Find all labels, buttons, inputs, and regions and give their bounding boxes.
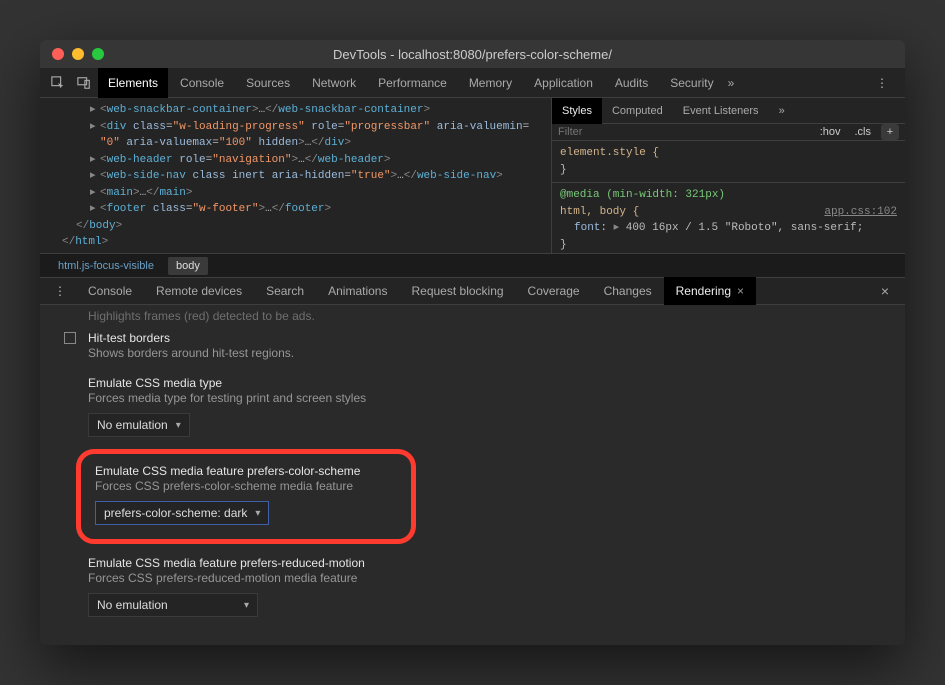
hit-test-borders-checkbox[interactable] xyxy=(64,332,76,344)
emulate-media-type-value: No emulation xyxy=(97,418,168,432)
chevron-down-icon: ▾ xyxy=(176,420,181,431)
settings-kebab-icon[interactable]: ⋮ xyxy=(866,76,899,90)
inspect-element-icon[interactable] xyxy=(46,71,70,95)
close-brace: } xyxy=(560,164,567,176)
drawer-tab-rendering-label: Rendering xyxy=(676,284,731,298)
styles-filter-input[interactable] xyxy=(558,126,810,138)
tab-application[interactable]: Application xyxy=(524,68,603,98)
drawer-tab-console[interactable]: Console xyxy=(76,277,144,305)
tab-sources[interactable]: Sources xyxy=(236,68,300,98)
drawer-tab-request-blocking[interactable]: Request blocking xyxy=(399,277,515,305)
chevron-down-icon: ▾ xyxy=(244,600,249,611)
tab-security[interactable]: Security xyxy=(660,68,723,98)
tab-computed[interactable]: Computed xyxy=(602,98,673,124)
hit-test-borders-title: Hit-test borders xyxy=(88,331,883,345)
main-panel-tabs: Elements Console Sources Network Perform… xyxy=(40,68,905,98)
styles-pane: Styles Computed Event Listeners » :hov .… xyxy=(551,98,905,253)
drawer-tabs: ⋮ Console Remote devices Search Animatio… xyxy=(40,277,905,305)
prefers-reduced-motion-desc: Forces CSS prefers-reduced-motion media … xyxy=(88,571,883,585)
close-drawer-icon[interactable]: × xyxy=(869,283,901,299)
tab-elements[interactable]: Elements xyxy=(98,68,168,98)
elements-dom-tree[interactable]: ▸<web-snackbar-container>…</web-snackbar… xyxy=(40,98,551,253)
prefers-reduced-motion-select[interactable]: No emulation ▾ xyxy=(88,593,258,617)
window-title: DevTools - localhost:8080/prefers-color-… xyxy=(40,47,905,62)
prefers-color-scheme-value: prefers-color-scheme: dark xyxy=(104,506,247,520)
tab-console[interactable]: Console xyxy=(170,68,234,98)
media-rule: @media (min-width: 321px) xyxy=(560,189,725,201)
tab-network[interactable]: Network xyxy=(302,68,366,98)
main-split: ▸<web-snackbar-container>…</web-snackbar… xyxy=(40,98,905,253)
devtools-window: DevTools - localhost:8080/prefers-color-… xyxy=(40,40,905,645)
close-tab-icon[interactable]: × xyxy=(737,284,744,298)
hit-test-borders-setting: Hit-test borders Shows borders around hi… xyxy=(40,323,905,368)
prefers-color-scheme-desc: Forces CSS prefers-color-scheme media fe… xyxy=(95,479,397,493)
prefers-color-scheme-select[interactable]: prefers-color-scheme: dark ▾ xyxy=(95,501,269,525)
emulate-media-type-select[interactable]: No emulation ▾ xyxy=(88,413,190,437)
font-prop: font xyxy=(574,222,600,234)
drawer-tab-changes[interactable]: Changes xyxy=(592,277,664,305)
emulate-media-type-desc: Forces media type for testing print and … xyxy=(88,391,883,405)
styles-filter-row: :hov .cls + xyxy=(552,124,905,141)
more-tabs-icon[interactable]: » xyxy=(728,76,735,90)
styles-rules[interactable]: element.style { } @media (min-width: 321… xyxy=(552,141,905,257)
drawer-tab-rendering[interactable]: Rendering × xyxy=(664,277,756,305)
html-body-selector: html, body { xyxy=(560,206,639,218)
breadcrumb-html[interactable]: html.js-focus-visible xyxy=(50,257,162,275)
prefers-color-scheme-title: Emulate CSS media feature prefers-color-… xyxy=(95,464,397,478)
rendering-drawer-body: Highlights frames (red) detected to be a… xyxy=(40,305,905,645)
drawer-tab-coverage[interactable]: Coverage xyxy=(516,277,592,305)
new-style-rule-button[interactable]: + xyxy=(881,124,899,140)
element-style-selector: element.style { xyxy=(560,147,659,159)
toggle-device-toolbar-icon[interactable] xyxy=(72,71,96,95)
tab-styles[interactable]: Styles xyxy=(552,98,602,124)
tab-memory[interactable]: Memory xyxy=(459,68,522,98)
hit-test-borders-desc: Shows borders around hit-test regions. xyxy=(88,346,883,360)
close-brace-2: } xyxy=(560,239,567,251)
styles-pane-tabs: Styles Computed Event Listeners » xyxy=(552,98,905,124)
prefers-reduced-motion-title: Emulate CSS media feature prefers-reduce… xyxy=(88,556,883,570)
tab-event-listeners[interactable]: Event Listeners xyxy=(673,98,769,124)
truncated-prev-desc: Highlights frames (red) detected to be a… xyxy=(40,309,905,323)
chevron-down-icon: ▾ xyxy=(255,508,260,519)
drawer-tab-search[interactable]: Search xyxy=(254,277,316,305)
tab-performance[interactable]: Performance xyxy=(368,68,457,98)
prefers-reduced-motion-value: No emulation xyxy=(97,598,168,612)
prefers-color-scheme-setting-highlight: Emulate CSS media feature prefers-color-… xyxy=(76,449,416,544)
titlebar: DevTools - localhost:8080/prefers-color-… xyxy=(40,40,905,68)
drawer-tab-remote-devices[interactable]: Remote devices xyxy=(144,277,254,305)
prefers-reduced-motion-setting: Emulate CSS media feature prefers-reduce… xyxy=(40,548,905,625)
drawer-menu-icon[interactable]: ⋮ xyxy=(44,284,76,298)
breadcrumb-body[interactable]: body xyxy=(168,257,208,275)
toggle-cls-button[interactable]: .cls xyxy=(851,124,876,140)
drawer-tab-animations[interactable]: Animations xyxy=(316,277,399,305)
more-styles-tabs-icon[interactable]: » xyxy=(769,98,795,124)
tab-audits[interactable]: Audits xyxy=(605,68,658,98)
font-val: 400 16px / 1.5 "Roboto", sans-serif; xyxy=(626,222,864,234)
toggle-hov-button[interactable]: :hov xyxy=(816,124,845,140)
source-link[interactable]: app.css:102 xyxy=(824,204,897,221)
emulate-media-type-setting: Emulate CSS media type Forces media type… xyxy=(40,368,905,445)
emulate-media-type-title: Emulate CSS media type xyxy=(88,376,883,390)
